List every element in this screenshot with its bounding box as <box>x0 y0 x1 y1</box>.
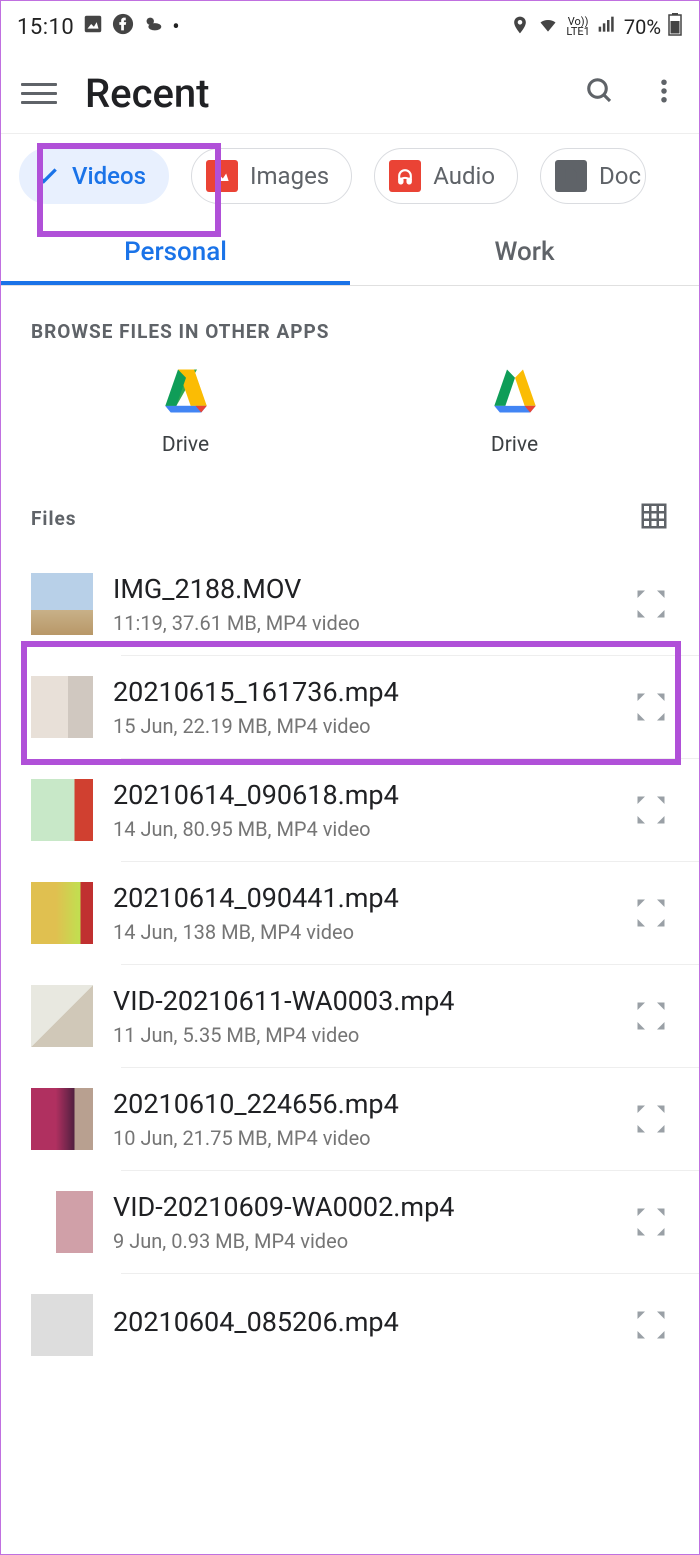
dot-icon: • <box>172 15 179 40</box>
file-meta: 10 Jun, 21.75 MB, MP4 video <box>113 1126 613 1150</box>
facebook-icon <box>112 13 134 41</box>
app-header: Recent <box>1 53 699 133</box>
chip-label: Images <box>250 162 329 190</box>
file-meta: 11:19, 37.61 MB, MP4 video <box>113 611 613 635</box>
file-name: 20210614_090618.mp4 <box>113 779 613 811</box>
more-icon[interactable] <box>649 76 679 110</box>
volte-indicator: Vo))LTE1 <box>566 17 589 37</box>
file-info: 20210604_085206.mp4 <box>113 1306 613 1344</box>
file-info: VID-20210611-WA0003.mp4 11 Jun, 5.35 MB, … <box>113 985 613 1047</box>
file-thumbnail <box>31 985 93 1047</box>
file-meta: 15 Jun, 22.19 MB, MP4 video <box>113 714 613 738</box>
expand-icon[interactable] <box>633 895 669 931</box>
file-meta: 14 Jun, 138 MB, MP4 video <box>113 920 613 944</box>
file-name: VID-20210609-WA0002.mp4 <box>113 1191 613 1223</box>
file-info: 20210615_161736.mp4 15 Jun, 22.19 MB, MP4… <box>113 676 613 738</box>
file-thumbnail <box>31 573 93 635</box>
file-meta: 14 Jun, 80.95 MB, MP4 video <box>113 817 613 841</box>
file-name: 20210615_161736.mp4 <box>113 676 613 708</box>
file-thumbnail <box>31 1088 93 1150</box>
tab-work[interactable]: Work <box>350 220 699 285</box>
file-row[interactable]: VID-20210611-WA0003.mp411 Jun, 5.35 MB, … <box>121 964 699 1067</box>
wifi-icon <box>536 15 560 40</box>
file-thumbnail <box>31 676 93 738</box>
signal-icon <box>596 15 618 40</box>
chip-videos[interactable]: Videos <box>19 148 169 204</box>
chip-images[interactable]: Images <box>191 148 352 204</box>
file-meta: 9 Jun, 0.93 MB, MP4 video <box>113 1229 613 1253</box>
app-label: Drive <box>162 433 209 457</box>
status-left: 15:10 • <box>17 13 180 41</box>
file-row[interactable]: VID-20210609-WA0002.mp49 Jun, 0.93 MB, M… <box>121 1170 699 1273</box>
file-row[interactable]: 20210614_090441.mp414 Jun, 138 MB, MP4 v… <box>121 861 699 964</box>
file-info: 20210614_090441.mp4 14 Jun, 138 MB, MP4 v… <box>113 882 613 944</box>
app-drive-2[interactable]: Drive <box>350 367 679 457</box>
chip-documents[interactable]: Doc <box>540 148 646 204</box>
file-row[interactable]: 20210610_224656.mp410 Jun, 21.75 MB, MP4… <box>121 1067 699 1170</box>
image-icon <box>82 13 104 41</box>
expand-icon[interactable] <box>633 586 669 622</box>
browse-apps: Drive Drive <box>1 361 699 491</box>
chip-audio[interactable]: Audio <box>374 148 518 204</box>
battery-text: 70% <box>624 15 661 39</box>
weather-icon <box>142 13 164 41</box>
file-thumbnail <box>31 779 93 841</box>
file-meta: 11 Jun, 5.35 MB, MP4 video <box>113 1023 613 1047</box>
battery-icon <box>667 13 683 42</box>
app-drive-1[interactable]: Drive <box>21 367 350 457</box>
file-thumbnail <box>31 882 93 944</box>
status-right: Vo))LTE1 70% <box>510 13 683 42</box>
file-row[interactable]: 20210604_085206.mp4 <box>121 1273 699 1376</box>
location-icon <box>510 15 530 40</box>
expand-icon[interactable] <box>633 689 669 725</box>
browse-section-title: Browse files in other apps <box>1 286 699 361</box>
filter-chips: Videos Images Audio Doc <box>1 133 699 220</box>
file-name: 20210610_224656.mp4 <box>113 1088 613 1120</box>
file-name: 20210614_090441.mp4 <box>113 882 613 914</box>
chip-label: Doc <box>599 162 641 190</box>
files-section-title: Files <box>31 507 77 530</box>
chip-label: Videos <box>72 162 146 190</box>
tabs: Personal Work <box>1 220 699 286</box>
file-row[interactable]: 20210614_090618.mp414 Jun, 80.95 MB, MP4… <box>121 758 699 861</box>
drive-icon <box>162 367 210 415</box>
app-label: Drive <box>491 433 538 457</box>
expand-icon[interactable] <box>633 1307 669 1343</box>
status-bar: 15:10 • Vo))LTE1 70% <box>1 1 699 53</box>
file-name: VID-20210611-WA0003.mp4 <box>113 985 613 1017</box>
drive-icon <box>491 367 539 415</box>
grid-view-icon[interactable] <box>639 501 669 535</box>
tab-personal[interactable]: Personal <box>1 220 350 285</box>
expand-icon[interactable] <box>633 1101 669 1137</box>
file-info: IMG_2188.MOV 11:19, 37.61 MB, MP4 video <box>113 573 613 635</box>
status-time: 15:10 <box>17 15 74 40</box>
page-title: Recent <box>85 70 210 117</box>
file-info: VID-20210609-WA0002.mp4 9 Jun, 0.93 MB, M… <box>113 1191 613 1253</box>
expand-icon[interactable] <box>633 998 669 1034</box>
file-list: IMG_2188.MOV 11:19, 37.61 MB, MP4 video 20… <box>1 553 699 1376</box>
file-info: 20210610_224656.mp4 10 Jun, 21.75 MB, MP4… <box>113 1088 613 1150</box>
expand-icon[interactable] <box>633 792 669 828</box>
file-info: 20210614_090618.mp4 14 Jun, 80.95 MB, MP4… <box>113 779 613 841</box>
file-thumbnail <box>31 1191 93 1253</box>
expand-icon[interactable] <box>633 1204 669 1240</box>
hamburger-icon[interactable] <box>21 75 57 111</box>
file-thumbnail <box>31 1294 93 1356</box>
file-row[interactable]: IMG_2188.MOV 11:19, 37.61 MB, MP4 video <box>1 553 699 655</box>
file-name: IMG_2188.MOV <box>113 573 613 605</box>
file-name: 20210604_085206.mp4 <box>113 1306 613 1338</box>
files-header: Files <box>1 491 699 553</box>
search-icon[interactable] <box>585 76 615 110</box>
file-row[interactable]: 20210615_161736.mp415 Jun, 22.19 MB, MP4… <box>121 655 699 758</box>
chip-label: Audio <box>433 162 495 190</box>
